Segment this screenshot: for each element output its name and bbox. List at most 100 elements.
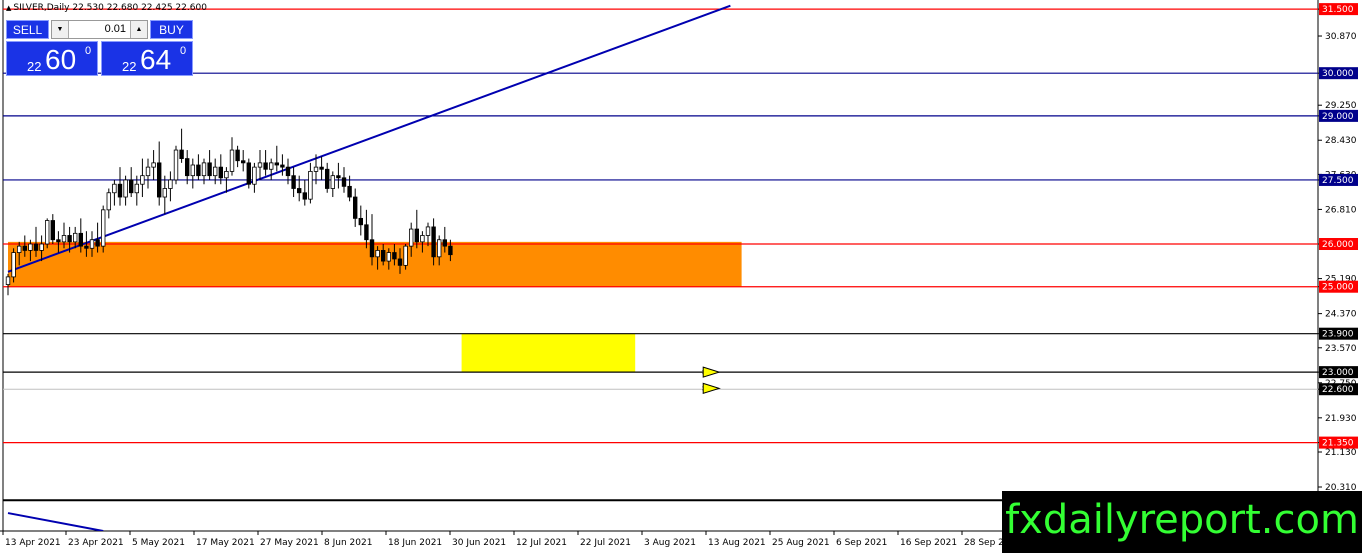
sell-price-sup: 0 [85,45,92,57]
candle-body [280,164,285,168]
candle-body [268,162,274,170]
x-tick-label: 13 Aug 2021 [708,538,766,548]
x-tick-label: 12 Jul 2021 [516,538,567,548]
candle-body [145,166,151,177]
candle-body [201,162,207,177]
x-tick-label: 17 May 2021 [196,538,255,548]
level-price-badge: 27.500 [1319,173,1358,186]
candle-body [448,245,453,256]
candle-body [352,196,358,219]
candle-body [274,162,279,166]
candle-body [408,228,414,247]
lot-size-stepper[interactable]: ▼ 0.01 ▲ [51,20,148,39]
candle [246,158,251,189]
candle-body [386,252,391,262]
candle-body [162,188,167,198]
candle-body [39,243,44,251]
candle-body [16,245,22,253]
candle-body [196,164,201,177]
collapse-triangle-icon[interactable]: ▲ [6,4,11,12]
buy-price-box[interactable]: 22 64 0 [101,41,193,76]
lot-size-value[interactable]: 0.01 [70,21,129,38]
candle-body [436,239,442,258]
level-price-badge: 25.000 [1319,280,1358,293]
candle-body [296,188,302,194]
level-badge-label: 22.600 [1322,385,1354,395]
sell-price-small: 22 [27,59,42,74]
candle-body [364,224,369,241]
candle-body [252,166,257,185]
candle [101,205,106,253]
candle-body [28,243,33,251]
y-tick-label: 29.250 [1325,101,1357,111]
candle-body [45,220,50,245]
candle-body [123,179,128,198]
level-price-badge: 26.000 [1319,238,1358,251]
level-badge-label: 30.000 [1322,69,1354,79]
buy-price-small: 22 [122,59,137,74]
candle-body [128,179,134,194]
candle-body [78,232,83,247]
lot-decrease-icon[interactable]: ▼ [52,21,69,38]
candle-body [156,162,162,198]
price-chart[interactable]: 31.50030.87030.00029.25029.00028.43027.6… [0,0,1362,553]
candle-body [134,183,139,194]
x-tick-label: 27 May 2021 [260,538,319,548]
level-badge-label: 31.500 [1322,5,1354,15]
level-price-badge: 29.000 [1319,109,1358,122]
candle [173,145,179,185]
buy-price-big: 64 [140,44,172,75]
sell-button[interactable]: SELL [6,20,49,39]
level-price-badge: 31.500 [1319,3,1358,16]
candle-body [324,168,330,189]
candle-body [358,217,363,226]
candle-body [67,235,72,243]
x-tick-label: 18 Jun 2021 [388,538,442,548]
candle-body [5,276,11,285]
candle-body [397,258,403,266]
zone-support [461,333,636,373]
buy-button[interactable]: BUY [150,20,193,39]
candle-body [347,185,352,198]
lot-increase-icon[interactable]: ▲ [130,21,147,38]
level-badge-label: 26.000 [1322,240,1354,250]
x-tick-label: 23 Apr 2021 [68,538,124,548]
candle-body [218,166,223,179]
x-tick-label: 6 Sep 2021 [836,538,887,548]
candle-body [190,164,195,177]
symbol-line: SILVER,Daily 22.530 22.680 22.425 22.600 [13,3,207,13]
candle-body [95,239,100,247]
level-badge-label: 21.350 [1322,439,1354,449]
candle-body [50,220,55,241]
level-price-badge: 30.000 [1319,67,1358,80]
sell-price-box[interactable]: 22 60 0 [6,41,98,76]
candle-body [420,235,425,243]
candle-body [11,252,16,278]
candle-body [207,162,212,177]
candle-body [212,166,218,177]
x-tick-label: 8 Jun 2021 [324,538,372,548]
candle-body [257,162,263,168]
y-tick-label: 21.130 [1325,448,1357,458]
candle-body [336,175,341,179]
candle-body [140,175,145,185]
watermark-logo: fxdailyreport.com [1002,491,1362,553]
level-badge-label: 25.000 [1322,283,1354,293]
candle-body [151,162,156,168]
candle-body [291,175,296,189]
candle-body [319,166,324,170]
x-tick-label: 30 Jun 2021 [452,538,506,548]
candle-body [22,245,27,251]
candle-body [341,177,347,187]
candle-body [330,175,335,189]
zone-resistance [8,241,742,287]
candle-body [61,235,67,243]
candle-body [56,239,61,243]
candle-body [101,209,106,247]
level-badge-label: 23.900 [1322,330,1354,340]
candle-body [308,171,313,200]
candle-body [168,179,173,189]
y-tick-label: 28.430 [1325,136,1357,146]
candle-body [403,245,408,266]
x-tick-label: 16 Sep 2021 [900,538,957,548]
